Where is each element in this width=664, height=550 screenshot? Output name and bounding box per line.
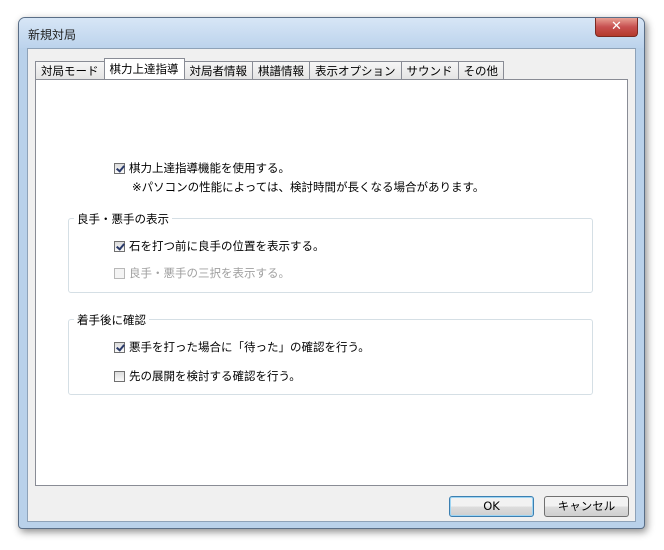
dialog-client-area: 対局モード 棋力上達指導 対局者情報 棋譜情報 表示オプション サウンド その他… [27,48,636,522]
show-good-move-checkbox[interactable] [114,240,125,252]
wait-confirm-option[interactable]: 悪手を打った場合に「待った」の確認を行う。 [114,339,370,355]
good-bad-move-group: 良手・悪手の表示 石を打つ前に良手の位置を表示する。 良手・悪手の三択を表示する… [68,211,593,293]
wait-confirm-checkbox[interactable] [114,341,125,353]
tab-sound[interactable]: サウンド [400,61,459,79]
after-move-confirm-group-title: 着手後に確認 [74,312,149,328]
tab-strip: 対局モード 棋力上達指導 対局者情報 棋譜情報 表示オプション サウンド その他 [35,58,504,79]
tab-player-info[interactable]: 対局者情報 [183,61,253,79]
performance-note: ※パソコンの性能によっては、検討時間が長くなる場合があります。 [132,180,485,194]
enable-coaching-option[interactable]: 棋力上達指導機能を使用する。 [114,160,290,176]
three-choice-checkbox [114,267,125,279]
three-choice-option: 良手・悪手の三択を表示する。 [114,265,290,281]
tab-display-options[interactable]: 表示オプション [309,61,402,79]
future-confirm-checkbox[interactable] [114,370,125,382]
future-confirm-label: 先の展開を検討する確認を行う。 [129,369,301,383]
show-good-move-option[interactable]: 石を打つ前に良手の位置を表示する。 [114,238,325,254]
tab-game-mode[interactable]: 対局モード [35,61,105,79]
good-bad-move-group-title: 良手・悪手の表示 [74,211,172,227]
tab-panel-skill-coaching: 棋力上達指導機能を使用する。 ※パソコンの性能によっては、検討時間が長くなる場合… [35,79,628,486]
enable-coaching-checkbox[interactable] [114,162,125,174]
enable-coaching-label: 棋力上達指導機能を使用する。 [129,161,290,175]
dialog-window: 新規対局 ✕ 対局モード 棋力上達指導 対局者情報 棋譜情報 表示オプション サ… [18,17,645,529]
cancel-button[interactable]: キャンセル [544,496,629,517]
tab-skill-coaching[interactable]: 棋力上達指導 [103,58,185,79]
wait-confirm-label: 悪手を打った場合に「待った」の確認を行う。 [129,340,370,354]
close-icon: ✕ [611,19,622,34]
tab-other[interactable]: その他 [457,61,504,79]
ok-button[interactable]: OK [449,496,534,517]
close-button[interactable]: ✕ [595,18,638,37]
tab-record-info[interactable]: 棋譜情報 [252,61,310,79]
future-confirm-option[interactable]: 先の展開を検討する確認を行う。 [114,368,301,384]
show-good-move-label: 石を打つ前に良手の位置を表示する。 [129,239,325,253]
after-move-confirm-group: 着手後に確認 悪手を打った場合に「待った」の確認を行う。 先の展開を検討する確認… [68,312,593,395]
window-title: 新規対局 [28,28,77,42]
title-bar[interactable]: 新規対局 ✕ [19,18,644,48]
three-choice-label: 良手・悪手の三択を表示する。 [129,266,290,280]
